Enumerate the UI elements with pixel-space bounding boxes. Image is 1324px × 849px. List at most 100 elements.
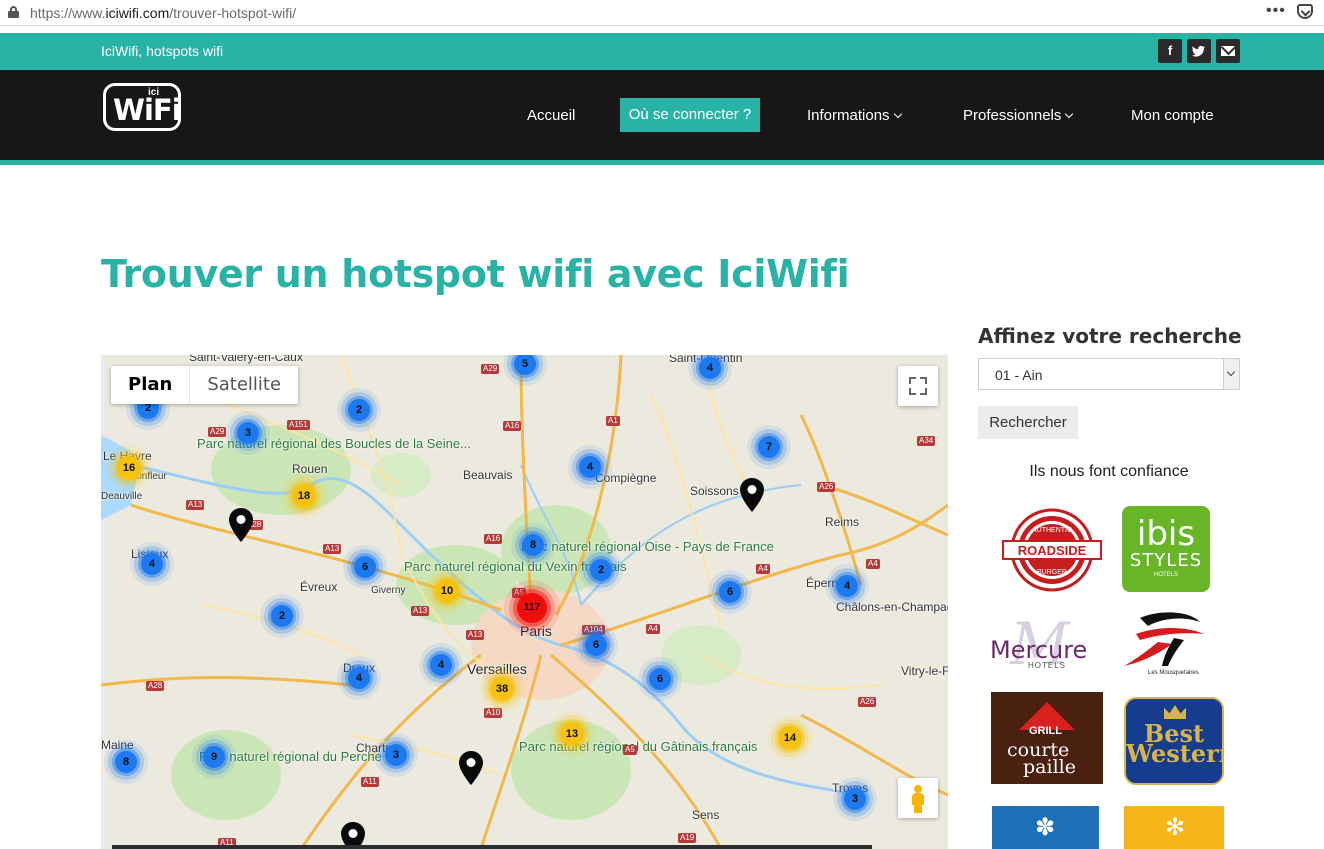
hotspot-cluster[interactable]: 6 <box>719 581 741 603</box>
url-text[interactable]: https://www.iciwifi.com/trouver-hotspot-… <box>30 5 296 21</box>
hotspot-cluster[interactable]: 3 <box>844 788 866 810</box>
road-shield: A11 <box>361 777 379 787</box>
road-shield: A151 <box>287 420 310 430</box>
hotspot-cluster[interactable]: 2 <box>348 399 370 421</box>
facebook-icon[interactable]: f <box>1158 39 1182 63</box>
hotspot-cluster[interactable]: 13 <box>560 722 584 746</box>
mercure-name: Mercure <box>990 636 1088 664</box>
mousquetaires-logo: Les Mousquetaires <box>1118 608 1214 678</box>
road-shield: A29 <box>481 364 500 374</box>
hotspot-cluster[interactable]: 38 <box>490 677 514 701</box>
browser-url-bar[interactable]: https://www.iciwifi.com/trouver-hotspot-… <box>0 0 1324 26</box>
fullscreen-icon[interactable] <box>898 366 938 406</box>
chevron-down-icon <box>893 109 902 119</box>
road-shield: A16 <box>484 534 503 544</box>
street-view-pegman-icon[interactable] <box>898 778 938 818</box>
map-pin-icon[interactable] <box>740 478 764 512</box>
map-type-control: Plan Satellite <box>111 366 299 404</box>
map-place-label: Saint-Valery-en-Caux <box>189 355 303 364</box>
map-type-plan-button[interactable]: Plan <box>111 366 191 404</box>
map-type-satellite-button[interactable]: Satellite <box>190 366 298 404</box>
hotspot-cluster[interactable]: 9 <box>203 746 225 768</box>
partner-logo-blue: ✽ <box>992 806 1099 849</box>
hotspot-cluster[interactable]: 2 <box>271 605 293 627</box>
hotspot-cluster[interactable]: 14 <box>778 726 802 750</box>
hotspot-cluster[interactable]: 16 <box>117 456 141 480</box>
hotspot-cluster[interactable]: 4 <box>699 357 721 379</box>
hotspot-cluster[interactable]: 4 <box>141 553 163 575</box>
hotspot-cluster[interactable]: 18 <box>292 484 316 508</box>
hotspot-cluster[interactable]: 6 <box>585 634 607 656</box>
nav-informations[interactable]: Informations <box>807 107 902 124</box>
road-shield: A16 <box>503 421 522 431</box>
nav-informations-label: Informations <box>807 107 890 124</box>
hotspot-cluster[interactable]: 2 <box>590 559 612 581</box>
nav-accueil[interactable]: Accueil <box>527 107 575 124</box>
page-title: Trouver un hotspot wifi avec IciWifi <box>101 252 850 296</box>
map-pin-icon[interactable] <box>459 751 483 785</box>
nav-mon-compte[interactable]: Mon compte <box>1131 107 1214 124</box>
road-shield: A13 <box>466 630 485 640</box>
nav-professionnels[interactable]: Professionnels <box>963 107 1074 124</box>
map-place-label: Compiègne <box>595 471 657 485</box>
mail-icon[interactable] <box>1216 39 1240 63</box>
ibis-styles-logo: ibis STYLES HOTELS <box>1122 506 1210 592</box>
road-shield: A5 <box>623 745 637 755</box>
ibis-name: ibis <box>1136 514 1196 554</box>
hotspot-cluster[interactable]: 8 <box>115 751 137 773</box>
hotspot-cluster[interactable]: 7 <box>758 436 780 458</box>
pocket-icon[interactable] <box>1297 4 1313 19</box>
map-place-label: Châlons-en-Champagne <box>836 600 948 614</box>
hotspot-cluster[interactable]: 117 <box>517 593 547 623</box>
courtepaille-logo: GRILL courte paille <box>991 692 1103 784</box>
map-pin-icon[interactable] <box>229 508 253 542</box>
road-shield: A19 <box>678 833 697 843</box>
hotspot-cluster[interactable]: 3 <box>237 422 259 444</box>
hotspot-cluster[interactable]: 4 <box>430 654 452 676</box>
svg-text:ROADSIDE: ROADSIDE <box>1018 543 1087 558</box>
hotspot-cluster[interactable]: 6 <box>649 668 671 690</box>
people-icon: ✽ <box>1034 814 1056 841</box>
svg-text:BURGER: BURGER <box>1037 569 1067 576</box>
svg-text:AUTHENTIC: AUTHENTIC <box>1032 527 1072 534</box>
nav-professionnels-label: Professionnels <box>963 107 1062 124</box>
nav-ou-se-connecter-button[interactable]: Où se connecter ? <box>620 98 760 132</box>
chevron-down-icon[interactable] <box>1223 359 1239 389</box>
horizontal-scrollbar[interactable] <box>112 845 872 849</box>
map-place-label: Reims <box>825 515 860 529</box>
road-shield: A13 <box>411 606 430 616</box>
map-place-label: Deauville <box>101 491 143 502</box>
hotspot-cluster[interactable]: 6 <box>354 556 376 578</box>
road-shield: A4 <box>756 564 770 574</box>
lock-icon <box>8 6 19 18</box>
ibis-sub: STYLES <box>1129 550 1203 571</box>
map-place-label: Giverny <box>371 585 406 596</box>
hotspot-cluster[interactable]: 8 <box>522 534 544 556</box>
road-shield: A26 <box>858 697 877 707</box>
crown-icon <box>1164 705 1186 719</box>
hotspot-cluster[interactable]: 3 <box>385 744 407 766</box>
logo-text: WiFi <box>113 93 182 127</box>
hotspot-cluster[interactable]: 4 <box>579 456 601 478</box>
map-place-label: Évreux <box>300 580 338 594</box>
road-shield: A10 <box>484 708 503 718</box>
hotspot-map[interactable]: Saint-Valery-en-Caux Saint-Quentin Le Ha… <box>101 355 948 849</box>
map-place-label: Sens <box>692 808 720 822</box>
courtepaille-line2: paille <box>1023 756 1076 778</box>
hotspot-cluster[interactable]: 4 <box>836 575 858 597</box>
road-shield: A28 <box>146 681 165 691</box>
search-button[interactable]: Rechercher <box>978 406 1078 439</box>
hotspot-cluster[interactable]: 10 <box>435 579 459 603</box>
page-actions-menu-icon[interactable]: ••• <box>1266 2 1286 20</box>
refine-search-title: Affinez votre recherche <box>978 324 1242 348</box>
mousquetaires-name: Les Mousquetaires <box>1148 670 1199 676</box>
iciwifi-logo[interactable]: WiFi ici <box>103 83 182 131</box>
department-select[interactable]: 01 - Ain <box>978 358 1240 390</box>
hotspot-cluster[interactable]: 4 <box>348 667 370 689</box>
road-shield: A26 <box>817 482 836 492</box>
department-select-value: 01 - Ain <box>995 367 1043 383</box>
map-park-label: Parc naturel régional du Vexin français <box>404 559 627 574</box>
twitter-icon[interactable] <box>1187 39 1211 63</box>
road-shield: A13 <box>186 500 205 510</box>
partner-logo-yellow: ✻ <box>1124 806 1224 849</box>
